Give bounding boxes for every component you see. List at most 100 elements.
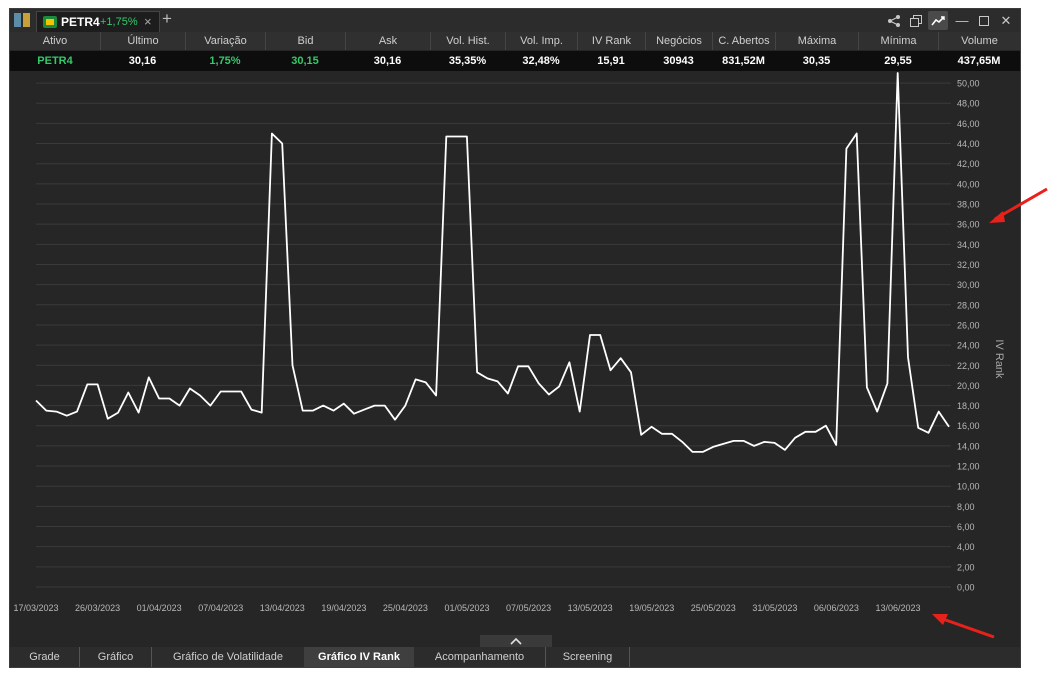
y-axis-label: IV Rank [993, 339, 1005, 379]
grid-layer [36, 82, 951, 588]
tab-grafico[interactable]: Gráfico [80, 647, 152, 667]
x-tick-label: 06/06/2023 [814, 603, 859, 613]
tab-grafico-iv-rank[interactable]: Gráfico IV Rank [304, 647, 414, 667]
x-tick-label: 26/03/2023 [75, 603, 120, 613]
value-ultimo: 30,16 [128, 55, 157, 67]
x-tick-label: 07/05/2023 [506, 603, 551, 613]
x-tick-label: 07/04/2023 [198, 603, 243, 613]
series-layer [35, 72, 950, 453]
value-maxima: 30,35 [802, 55, 831, 67]
br-logo-icon [43, 16, 57, 28]
popout-icon[interactable] [906, 11, 926, 30]
y-tick-label: 22,00 [957, 361, 980, 371]
y-tick-label: 4,00 [957, 542, 975, 552]
value-ativo: PETR4 [37, 55, 73, 67]
y-tick-label: 26,00 [957, 320, 980, 330]
y-tick-label: 14,00 [957, 441, 980, 451]
y-tick-label: 48,00 [957, 99, 980, 109]
y-tick-label: 30,00 [957, 280, 980, 290]
quote-values-row[interactable]: PETR4 30,16 1,75% 30,15 30,16 35,35% 32,… [10, 51, 1020, 71]
y-tick-label: 18,00 [957, 401, 980, 411]
value-minima: 29,55 [884, 55, 912, 67]
y-tick-label: 12,00 [957, 462, 980, 472]
annotation-arrow-y-axis [989, 187, 1048, 223]
y-tick-label: 10,00 [957, 482, 980, 492]
x-tick-labels: 17/03/2023 26/03/2023 01/04/2023 07/04/2023… [13, 603, 920, 613]
y-tick-label: 40,00 [957, 179, 980, 189]
header-minima[interactable]: Mínima [858, 32, 938, 50]
y-tick-label: 50,00 [957, 79, 980, 89]
x-tick-label: 01/04/2023 [137, 603, 182, 613]
tab-petr4[interactable]: PETR4 +1,75% × [36, 11, 160, 32]
layout-icon[interactable] [14, 13, 32, 27]
maximize-icon[interactable] [974, 11, 994, 30]
value-iv-rank: 15,91 [597, 55, 625, 67]
value-volume: 437,65M [957, 55, 1001, 67]
series-line-0[interactable] [35, 72, 950, 453]
y-tick-label: 36,00 [957, 220, 980, 230]
tab-change: +1,75% [100, 16, 138, 28]
value-bid: 30,15 [291, 55, 319, 67]
iv-rank-chart[interactable]: 0,00 2,00 4,00 6,00 8,00 10,00 12,00 14,00 16,00… [10, 71, 1020, 643]
y-tick-label: 8,00 [957, 502, 975, 512]
value-vol-hist: 35,35% [448, 55, 487, 67]
y-tick-label: 20,00 [957, 381, 980, 391]
tab-grafico-volatilidade[interactable]: Gráfico de Volatilidade [152, 647, 304, 667]
x-tick-label: 13/05/2023 [568, 603, 613, 613]
header-bid[interactable]: Bid [265, 32, 345, 50]
value-negocios: 30943 [663, 55, 694, 67]
chart-window: PETR4 +1,75% × + — ✕ Ativo Último Variaç… [9, 8, 1021, 668]
tab-screening[interactable]: Screening [546, 647, 630, 667]
x-tick-label: 31/05/2023 [752, 603, 797, 613]
y-tick-labels: 0,00 2,00 4,00 6,00 8,00 10,00 12,00 14,00 16,00… [957, 79, 980, 593]
header-vol-imp[interactable]: Vol. Imp. [505, 32, 577, 50]
quote-header-row: Ativo Último Variação Bid Ask Vol. Hist.… [10, 32, 1020, 50]
tab-close-icon[interactable]: × [144, 14, 152, 29]
header-c-abertos[interactable]: C. Abertos [712, 32, 775, 50]
trend-chart-icon[interactable] [928, 11, 948, 30]
y-tick-label: 24,00 [957, 341, 980, 351]
x-tick-label: 25/05/2023 [691, 603, 736, 613]
header-maxima[interactable]: Máxima [775, 32, 858, 50]
x-tick-label: 13/04/2023 [260, 603, 305, 613]
tab-acompanhamento[interactable]: Acompanhamento [414, 647, 546, 667]
x-tick-label: 19/04/2023 [321, 603, 366, 613]
value-variacao: 1,75% [209, 55, 241, 67]
y-tick-label: 38,00 [957, 200, 980, 210]
y-tick-label: 42,00 [957, 159, 980, 169]
header-ask[interactable]: Ask [345, 32, 430, 50]
x-tick-label: 25/04/2023 [383, 603, 428, 613]
bottom-tab-bar: Grade Gráfico Gráfico de Volatilidade Gr… [10, 647, 1020, 667]
value-ask: 30,16 [373, 55, 402, 67]
y-tick-label: 16,00 [957, 421, 980, 431]
y-tick-label: 28,00 [957, 300, 980, 310]
header-volume[interactable]: Volume [938, 32, 1020, 50]
y-tick-label: 2,00 [957, 562, 975, 572]
x-tick-label: 17/03/2023 [13, 603, 58, 613]
header-negocios[interactable]: Negócios [645, 32, 712, 50]
y-tick-label: 32,00 [957, 260, 980, 270]
minimize-button[interactable]: — [952, 11, 972, 30]
annotation-arrow-x-axis [932, 614, 995, 639]
header-iv-rank[interactable]: IV Rank [577, 32, 645, 50]
title-bar: PETR4 +1,75% × + — ✕ [10, 9, 1020, 32]
expand-panel-button[interactable] [480, 635, 552, 647]
x-tick-label: 01/05/2023 [444, 603, 489, 613]
add-tab-button[interactable]: + [162, 9, 172, 29]
header-ativo[interactable]: Ativo [10, 32, 100, 50]
x-tick-label: 19/05/2023 [629, 603, 674, 613]
header-variacao[interactable]: Variação [185, 32, 265, 50]
close-button[interactable]: ✕ [996, 11, 1016, 30]
value-c-abertos: 831,52M [722, 55, 765, 67]
y-tick-label: 34,00 [957, 240, 980, 250]
tab-symbol: PETR4 [61, 15, 100, 29]
y-tick-label: 0,00 [957, 583, 975, 593]
tab-grade[interactable]: Grade [10, 647, 80, 667]
share-icon[interactable] [884, 11, 904, 30]
y-tick-label: 44,00 [957, 139, 980, 149]
value-vol-imp: 32,48% [522, 55, 560, 67]
y-tick-label: 46,00 [957, 119, 980, 129]
header-vol-hist[interactable]: Vol. Hist. [430, 32, 505, 50]
header-ultimo[interactable]: Último [100, 32, 185, 50]
iv-rank-chart-svg[interactable]: 0,00 2,00 4,00 6,00 8,00 10,00 12,00 14,00 16,00… [10, 71, 1020, 643]
